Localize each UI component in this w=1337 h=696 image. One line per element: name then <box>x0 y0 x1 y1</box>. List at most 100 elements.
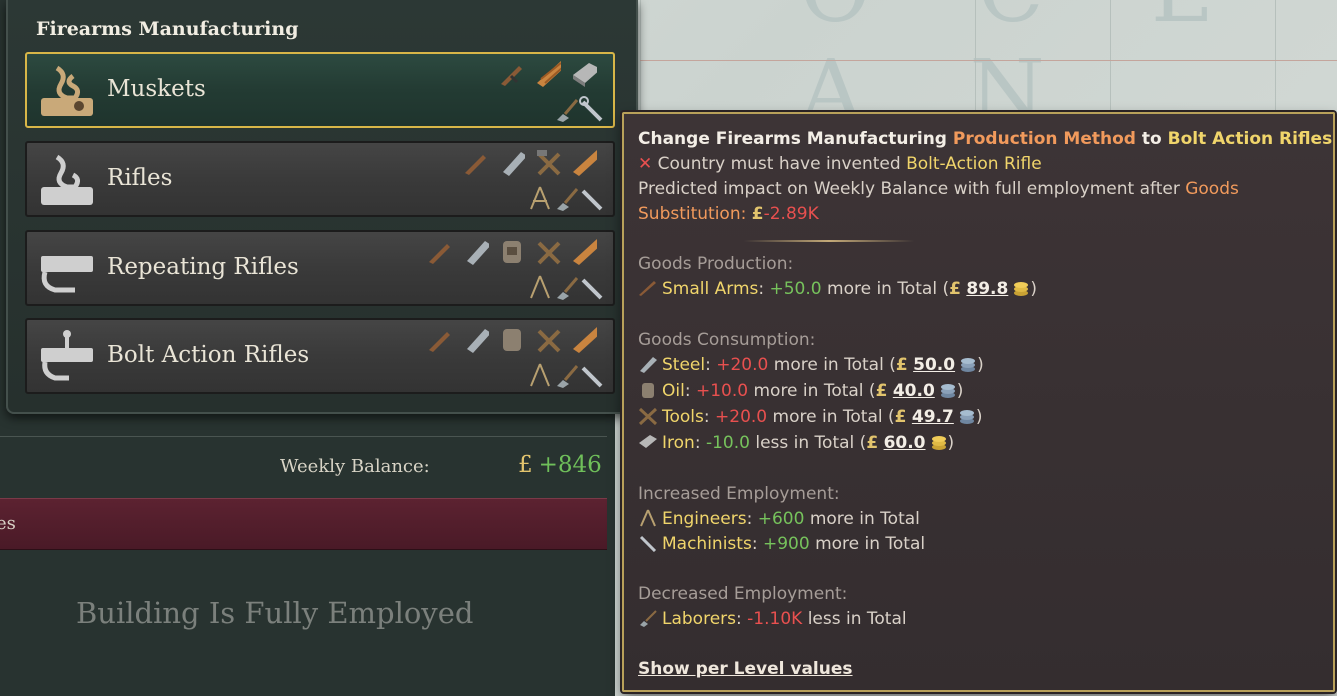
wood-icon <box>571 238 597 265</box>
method-label: Repeating Rifles <box>107 254 299 280</box>
shovel-icon <box>553 185 579 211</box>
good-price[interactable]: 89.8 <box>966 279 1008 299</box>
consumption-row: Oil: +10.0 more in Total (£ 40.0) <box>638 380 963 402</box>
pound-icon: £ <box>895 355 908 375</box>
pound-icon: £ <box>751 204 764 224</box>
method-label: Muskets <box>107 76 206 102</box>
wood-icon <box>571 326 597 353</box>
pound-icon: £ <box>875 381 888 401</box>
iron-icon <box>639 435 657 448</box>
show-per-level-link[interactable]: Show per Level values <box>638 658 853 680</box>
tooltip-title-prefix: Change Firearms Manufacturing <box>638 129 947 149</box>
pop-name[interactable]: Machinists <box>662 534 752 554</box>
wood-icon <box>535 60 561 87</box>
method-label: Rifles <box>107 165 173 191</box>
pound-icon: £ <box>866 433 879 453</box>
good-delta: +10.0 <box>695 381 749 401</box>
good-direction: more in Total ( <box>772 407 895 427</box>
rifle-lock-icon <box>41 154 93 205</box>
oil-icon <box>499 238 525 264</box>
production-method-group-title: Firearms Manufacturing <box>36 18 299 40</box>
good-name[interactable]: Small Arms <box>662 279 758 299</box>
employment-row: Laborers: -1.10K less in Total <box>638 608 907 630</box>
close-paren: ) <box>1030 279 1037 299</box>
close-paren: ) <box>947 433 955 453</box>
tooltip-separator <box>744 240 914 242</box>
laborer-shovel-icon <box>640 610 657 627</box>
good-price[interactable]: 40.0 <box>893 381 935 401</box>
repeating-rifle-icon <box>41 256 93 293</box>
weekly-balance-row: Weekly Balance: £ +846 <box>0 440 607 492</box>
impact-value: -2.89K <box>763 204 819 224</box>
pop-direction: more in Total <box>809 509 920 529</box>
impact-line-2: Substitution: £-2.89K <box>638 203 819 225</box>
silver-coins-icon <box>940 384 955 398</box>
tooltip-title-mid: Production Method <box>952 129 1136 149</box>
gold-coins-icon <box>931 436 946 450</box>
tooltip-title: Change Firearms Manufacturing Production… <box>638 128 1332 150</box>
production-row: Small Arms: +50.0 more in Total (£ 89.8) <box>638 278 1037 300</box>
weekly-balance-value: £ +846 <box>518 452 602 478</box>
method-option-repeating-rifles[interactable]: Repeating Rifles <box>25 230 615 306</box>
impact-goods: Goods <box>1185 179 1239 199</box>
bolt-action-icon <box>41 330 93 381</box>
increased-employment-header: Increased Employment: <box>638 484 840 504</box>
divider <box>0 436 607 437</box>
consumption-header: Goods Consumption: <box>638 330 816 350</box>
gold-coins-icon <box>1014 282 1029 296</box>
method-option-rifles[interactable]: Rifles <box>25 141 615 217</box>
good-delta: +20.0 <box>716 355 769 375</box>
weekly-balance-label: Weekly Balance: <box>280 456 430 477</box>
pop-name[interactable]: Engineers <box>662 509 747 529</box>
good-price[interactable]: 50.0 <box>913 355 955 375</box>
consumption-row: Tools: +20.0 more in Total (£ 49.7) <box>638 406 982 428</box>
small-arms-icon <box>463 151 489 177</box>
compass-icon <box>527 274 553 300</box>
small-arms-icon <box>427 240 453 266</box>
section-header-bar[interactable]: es <box>0 498 607 550</box>
good-direction: more in Total ( <box>773 355 896 375</box>
section-header-label: es <box>0 513 16 534</box>
iron-icon <box>571 60 597 87</box>
pop-direction: more in Total <box>815 534 926 554</box>
engineer-compass-icon <box>640 509 656 527</box>
method-option-muskets[interactable]: Muskets <box>25 52 615 128</box>
good-name[interactable]: Steel <box>662 355 705 375</box>
steel-icon <box>463 238 489 265</box>
wrench-icon <box>579 96 605 122</box>
production-method-dropdown: Firearms Manufacturing Muskets Rifles Re… <box>6 0 638 414</box>
pop-direction: less in Total <box>807 609 907 629</box>
good-direction: more in Total ( <box>753 381 876 401</box>
tools-icon <box>535 238 561 265</box>
good-name[interactable]: Iron <box>662 433 695 453</box>
tools-icon <box>535 326 561 353</box>
pop-delta: -1.10K <box>747 609 803 629</box>
employment-row: Engineers: +600 more in Total <box>638 508 920 530</box>
small-arms-icon <box>499 62 525 88</box>
pop-delta: +600 <box>757 509 805 529</box>
good-price[interactable]: 49.7 <box>912 407 954 427</box>
oil-icon <box>499 326 525 352</box>
good-direction: more in Total ( <box>827 279 950 299</box>
requirement-line: ✕ Country must have invented Bolt-Action… <box>638 153 1042 175</box>
close-paren: ) <box>956 381 964 401</box>
pop-name[interactable]: Laborers <box>662 609 736 629</box>
steel-icon <box>499 149 525 176</box>
good-price[interactable]: 60.0 <box>884 433 926 453</box>
map-grid-line <box>640 0 641 110</box>
method-label: Bolt Action Rifles <box>107 342 310 368</box>
production-header: Goods Production: <box>638 254 794 274</box>
map-grid-line <box>640 60 1337 61</box>
steel-icon <box>640 357 657 373</box>
good-name[interactable]: Oil <box>662 381 685 401</box>
compass-icon <box>527 362 553 388</box>
good-delta: -10.0 <box>705 433 750 453</box>
requirement-tech[interactable]: Bolt-Action Rifle <box>906 154 1042 174</box>
method-option-bolt-action-rifles[interactable]: Bolt Action Rifles <box>25 318 615 394</box>
pound-icon: £ <box>949 279 961 299</box>
silver-coins-icon <box>959 410 974 424</box>
consumption-row: Steel: +20.0 more in Total (£ 50.0) <box>638 354 984 376</box>
good-direction: less in Total ( <box>755 433 867 453</box>
production-method-tooltip: Change Firearms Manufacturing Production… <box>622 112 1335 692</box>
good-name[interactable]: Tools <box>662 407 704 427</box>
